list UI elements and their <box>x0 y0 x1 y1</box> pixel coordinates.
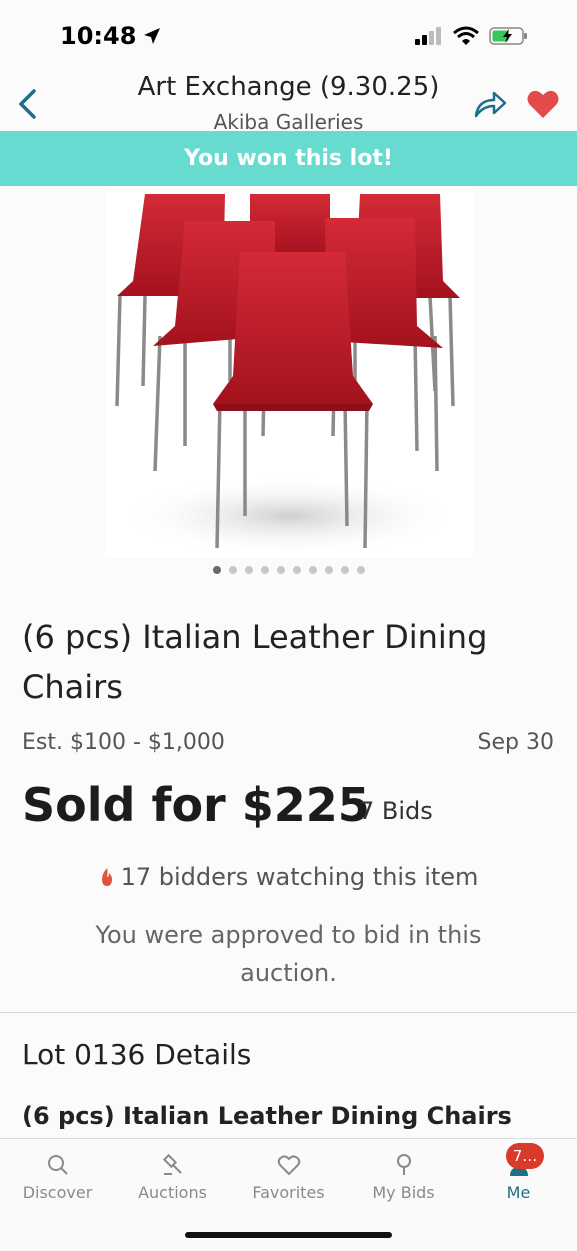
fire-icon <box>101 868 112 886</box>
carousel-dot[interactable] <box>244 566 253 574</box>
lot-date: Sep 30 <box>477 730 554 755</box>
carousel-dot[interactable] <box>260 566 269 574</box>
tab-my-bids-label: My Bids <box>372 1183 435 1202</box>
favorite-heart-icon[interactable] <box>526 88 560 120</box>
approval-message: You were approved to bid in this auction… <box>95 921 482 987</box>
lot-details-heading: Lot 0136 Details <box>22 1038 252 1071</box>
carousel-dot[interactable] <box>228 566 237 574</box>
location-arrow-icon <box>144 28 161 44</box>
carousel-dot[interactable] <box>308 566 317 574</box>
watchers-text: 17 bidders watching this item <box>120 863 479 891</box>
section-divider <box>0 1012 577 1013</box>
tab-my-bids[interactable]: My Bids <box>346 1153 461 1202</box>
tab-discover-label: Discover <box>22 1183 93 1202</box>
lot-title: (6 pcs) Italian Leather Dining Chairs <box>22 618 488 706</box>
carousel-dot[interactable] <box>356 566 365 574</box>
tab-auctions-label: Auctions <box>138 1183 207 1202</box>
cellular-signal-icon <box>415 27 441 45</box>
search-icon <box>47 1155 68 1175</box>
carousel-dot[interactable] <box>324 566 333 574</box>
carousel-dot[interactable] <box>212 566 221 574</box>
lot-estimate: Est. $100 - $1,000 <box>22 730 225 755</box>
paddle-icon <box>396 1154 411 1175</box>
lot-photo[interactable] <box>105 186 473 558</box>
carousel-dots[interactable] <box>0 566 577 574</box>
sold-price: Sold for $225 <box>22 778 370 832</box>
tab-favorites[interactable]: Favorites <box>231 1153 346 1202</box>
carousel-dot[interactable] <box>340 566 349 574</box>
bid-count[interactable]: 7 Bids <box>359 797 433 825</box>
share-icon[interactable] <box>472 88 508 120</box>
tab-favorites-label: Favorites <box>252 1183 325 1202</box>
status-time-text: 10:48 <box>60 22 137 50</box>
won-lot-banner: You won this lot! <box>0 131 577 186</box>
carousel-dot[interactable] <box>276 566 285 574</box>
wifi-icon <box>453 26 479 45</box>
status-time: 10:48 <box>60 22 162 50</box>
gavel-icon <box>162 1153 182 1175</box>
notification-badge: 7… <box>506 1143 544 1169</box>
tab-auctions[interactable]: Auctions <box>115 1153 230 1202</box>
won-lot-text: You won this lot! <box>184 146 393 171</box>
heart-icon <box>277 1155 300 1176</box>
home-indicator[interactable] <box>185 1232 392 1238</box>
tab-discover[interactable]: Discover <box>0 1153 115 1202</box>
status-icons <box>415 26 529 46</box>
watchers-line: 17 bidders watching this item <box>0 863 577 891</box>
battery-charging-icon <box>489 27 527 45</box>
tab-me-label: Me <box>506 1183 531 1202</box>
lot-details-title: (6 pcs) Italian Leather Dining Chairs <box>22 1102 512 1130</box>
carousel-dot[interactable] <box>292 566 301 574</box>
